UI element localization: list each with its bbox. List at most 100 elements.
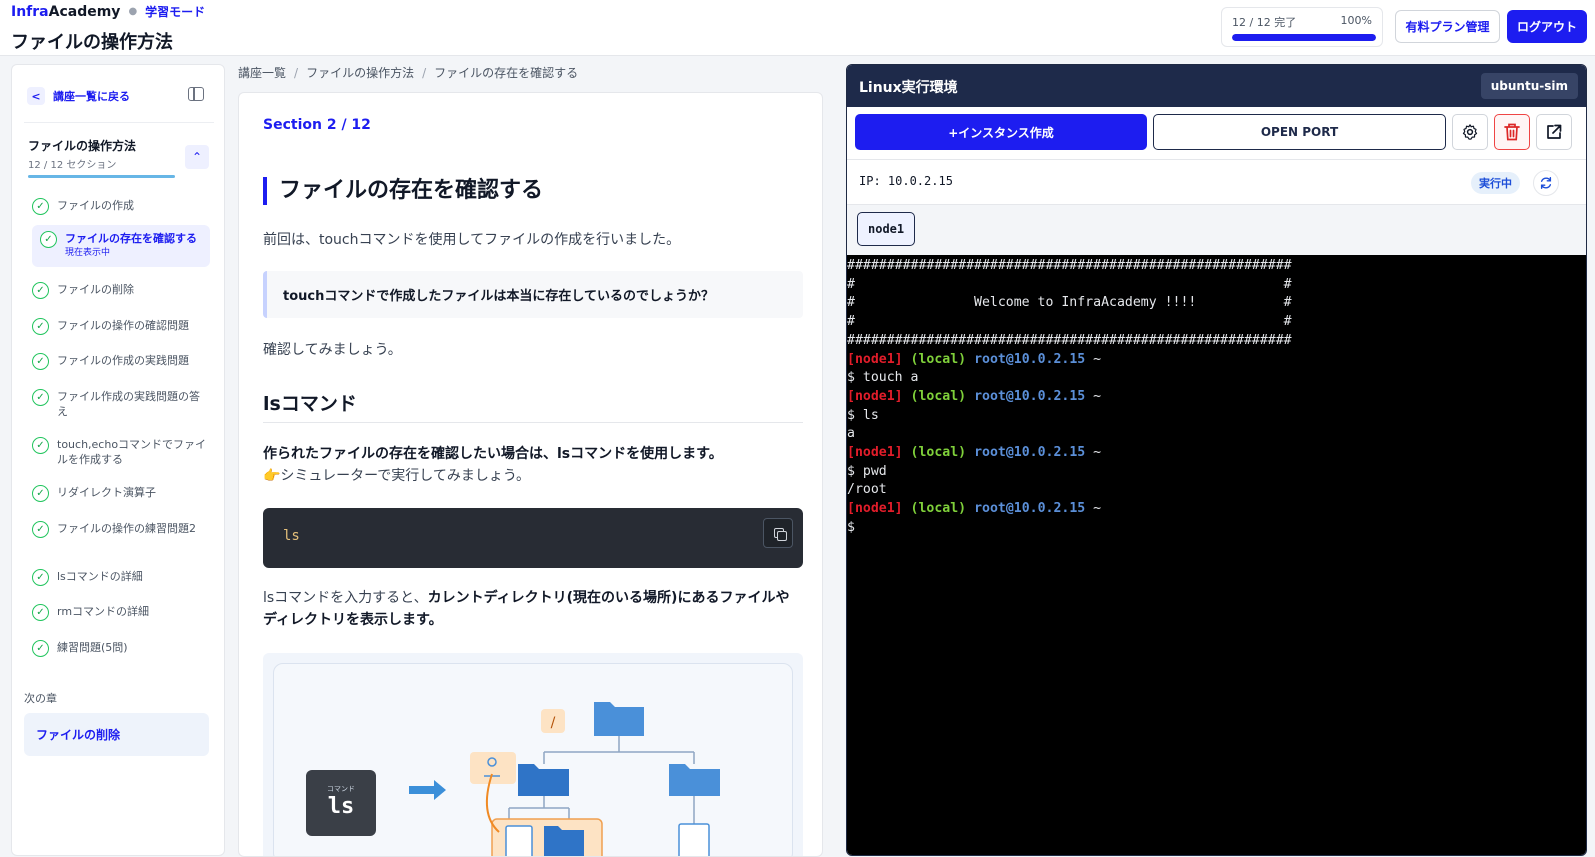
lesson-label: ファイルの操作の練習問題2 <box>57 522 196 535</box>
check-icon: ✓ <box>32 604 49 621</box>
check-icon: ✓ <box>32 318 49 335</box>
user-badge <box>470 752 516 784</box>
paragraph: 確認してみましょう。 <box>263 342 402 358</box>
breadcrumb-item-current: ファイルの存在を確認する <box>434 66 579 80</box>
check-icon: ✓ <box>32 640 49 657</box>
hint-text: 👉シミュレーターで実行してみましょう。 <box>263 468 531 484</box>
lesson-label: touch,echoコマンドでファイルを作成する <box>57 438 207 466</box>
sidebar-lesson-item[interactable]: ✓ ファイルの作成の実践問題 <box>32 353 210 370</box>
status-badge: 実行中 <box>1471 172 1520 194</box>
prompt-host: root@10.0.2.15 <box>974 445 1086 461</box>
root-label: / <box>551 715 556 731</box>
sidebar: < 講座一覧に戻る ファイルの操作方法 12 / 12 セクション ⌃ ✓ ファ… <box>11 64 225 856</box>
next-chapter-label: 次の章 <box>24 692 57 705</box>
refresh-icon <box>1540 177 1552 189</box>
tab-node1[interactable]: node1 <box>857 212 916 246</box>
back-to-courses-link[interactable]: < 講座一覧に戻る <box>27 85 130 107</box>
trash-icon <box>1504 123 1520 141</box>
sidebar-lesson-item[interactable]: ✓ ファイルの削除 <box>32 282 210 299</box>
progress-widget: 12 / 12 完了 100% <box>1221 7 1383 47</box>
callout-box: touchコマンドで作成したファイルは本当に存在しているのでしょうか？ <box>263 271 803 318</box>
sidebar-lesson-item-active[interactable]: ✓ ファイルの存在を確認する 現在表示中 <box>32 225 210 267</box>
lesson-label: lsコマンドの詳細 <box>57 570 143 583</box>
course-title: ファイルの操作方法 <box>28 139 137 153</box>
plan-management-button[interactable]: 有料プラン管理 <box>1395 10 1500 43</box>
sidebar-lesson-item[interactable]: ✓ 練習問題(5問) <box>32 640 210 657</box>
panel-title: Linux実行環境 <box>859 80 958 96</box>
prompt-node: [node1] <box>847 351 903 367</box>
ls-diagram: コマンド ls / <box>263 653 803 856</box>
current-folder-icon <box>518 764 569 796</box>
brand-academy: Academy <box>48 3 121 20</box>
progress-percent: 100% <box>1340 14 1372 27</box>
file-icon <box>505 825 533 856</box>
sidebar-lesson-item[interactable]: ✓ rmコマンドの詳細 <box>32 604 210 621</box>
sidebar-lesson-item[interactable]: ✓ ファイルの操作の確認問題 <box>32 318 210 335</box>
prompt-host: root@10.0.2.15 <box>974 388 1086 404</box>
lesson-label: ファイルの操作の確認問題 <box>57 319 189 332</box>
prompt-local: (local) <box>910 501 967 517</box>
lesson-label: rmコマンドの詳細 <box>57 605 150 618</box>
lesson-label: ファイルの作成 <box>57 199 134 212</box>
breadcrumb: 講座一覧 / ファイルの操作方法 / ファイルの存在を確認する <box>238 64 578 81</box>
open-port-button[interactable]: OPEN PORT <box>1153 114 1446 150</box>
check-icon: ✓ <box>32 485 49 502</box>
breadcrumb-item[interactable]: 講座一覧 <box>238 66 286 80</box>
gear-icon <box>1462 124 1478 140</box>
linux-environment-panel: Linux実行環境 ubuntu-sim +インスタンス作成 OPEN PORT… <box>846 64 1587 856</box>
text: lsコマンドを入力すると、 <box>263 590 428 606</box>
arrow-icon <box>409 780 446 800</box>
check-icon: ✓ <box>32 198 49 215</box>
prompt-tail: ~ <box>1093 388 1102 404</box>
sidebar-lesson-item[interactable]: ✓ ファイルの操作の練習問題2 <box>32 521 210 538</box>
command-line: $ pwd <box>847 463 887 479</box>
delete-instance-button[interactable] <box>1494 114 1530 150</box>
sidebar-lesson-item[interactable]: ✓ ファイル作成の実践問題の答え <box>32 389 210 419</box>
prompt-local: (local) <box>910 388 967 404</box>
section-label: Section 2 / 12 <box>263 117 371 133</box>
prompt-tail: ~ <box>1093 351 1102 367</box>
next-chapter-link[interactable]: ファイルの削除 <box>24 713 209 756</box>
check-icon: ✓ <box>32 521 49 538</box>
refresh-button[interactable] <box>1533 170 1559 196</box>
current-indicator: 現在表示中 <box>65 248 111 258</box>
sidebar-lesson-item[interactable]: ✓ リダイレクト演算子 <box>32 485 210 502</box>
breadcrumb-item[interactable]: ファイルの操作方法 <box>306 66 414 80</box>
sidebar-lesson-item[interactable]: ✓ ファイルの作成 <box>32 198 210 215</box>
progress-text: 12 / 12 完了 <box>1232 16 1297 29</box>
copy-icon[interactable] <box>763 518 793 548</box>
progress-fill <box>1232 34 1376 41</box>
chevron-left-icon: < <box>27 87 45 105</box>
settings-button[interactable] <box>1452 114 1488 150</box>
logout-button[interactable]: ログアウト <box>1507 10 1587 43</box>
terminal-screen[interactable]: ########################################… <box>847 255 1586 855</box>
lesson-label: ファイルの作成の実践問題 <box>57 354 189 367</box>
breadcrumb-separator: / <box>422 66 427 80</box>
chevron-up-icon[interactable]: ⌃ <box>185 145 209 169</box>
banner-line: ########################################… <box>847 332 1292 348</box>
prompt-local: (local) <box>910 351 967 367</box>
prompt-node: [node1] <box>847 445 903 461</box>
sidebar-lesson-item[interactable]: ✓ lsコマンドの詳細 <box>32 569 210 586</box>
lesson-content: Section 2 / 12 ファイルの存在を確認する 前回は、touchコマン… <box>238 92 823 857</box>
terminal-output: ########################################… <box>847 257 1586 538</box>
page-title: ファイルの操作方法 <box>11 32 173 53</box>
command-output: a <box>847 426 855 442</box>
open-external-button[interactable] <box>1536 114 1572 150</box>
lesson-label: 練習問題(5問) <box>57 641 128 654</box>
banner-line: # Welcome to InfraAcademy !!!! # <box>847 295 1292 311</box>
command-output: /root <box>847 482 887 498</box>
prompt-host: root@10.0.2.15 <box>974 501 1086 517</box>
lesson-label: リダイレクト演算子 <box>57 486 156 499</box>
brand-infra: Infra <box>11 3 49 20</box>
brand-logo[interactable]: Infra Academy ● 学習モード <box>11 3 205 20</box>
banner-line: # # <box>847 314 1292 330</box>
prompt-host: root@10.0.2.15 <box>974 351 1086 367</box>
node-tabs: node1 <box>847 205 1586 255</box>
prompt-local: (local) <box>910 445 967 461</box>
create-instance-button[interactable]: +インスタンス作成 <box>855 114 1147 150</box>
divider <box>24 122 214 123</box>
sidebar-toggle-icon[interactable] <box>188 87 204 101</box>
sidebar-lesson-item[interactable]: ✓ touch,echoコマンドでファイルを作成する <box>32 437 210 467</box>
folder-icon <box>594 702 644 736</box>
